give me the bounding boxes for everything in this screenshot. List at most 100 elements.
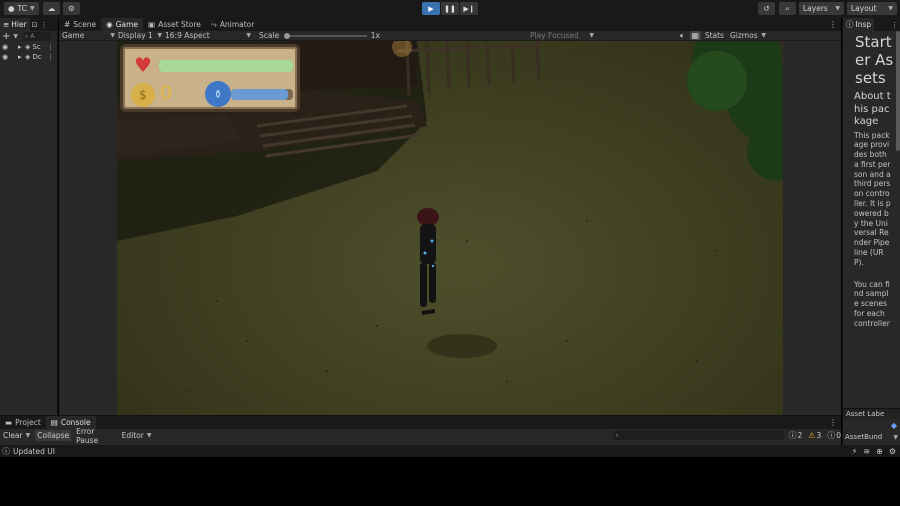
list-icon: ≡ — [3, 20, 10, 29]
game-view-toolbar: Game ▼ Display 1 ▼ 16:9 Aspect ▼ Scale 1… — [59, 31, 841, 41]
pause-button[interactable]: ❚❚ — [441, 2, 459, 15]
console-panel: ▬ Project ▤ Console ⋮ Clear ▼ Collapse E… — [0, 415, 841, 445]
console-icon: ▤ — [50, 418, 58, 427]
layout-dropdown[interactable]: Layout ▼ — [847, 2, 897, 15]
console-toolbar: Clear ▼ Collapse Error Pause Editor ▼ ⌕ … — [0, 427, 841, 445]
more-icon[interactable]: ⋮ — [829, 418, 837, 427]
inspector-tabbar: ⓘ Insp ⋮ — [843, 18, 900, 31]
chevron-down-icon: ▼ — [835, 5, 840, 12]
search-button[interactable]: ⌕ — [779, 2, 796, 15]
grid-icon: # — [64, 20, 71, 29]
error-icon: ⓘ — [827, 431, 836, 440]
chevron-down-icon: ▼ — [29, 5, 35, 12]
status-message[interactable]: Updated UI — [13, 447, 55, 456]
lock-icon[interactable]: ⊡ — [32, 21, 38, 29]
inspector-scrollbar[interactable] — [896, 31, 900, 151]
chevron-down-icon: ▼ — [589, 32, 594, 39]
aspect-dropdown[interactable]: 16:9 Aspect ▼ — [162, 30, 255, 41]
console-search-input[interactable]: ⌕ — [613, 431, 785, 440]
play-button[interactable]: ▶ — [422, 2, 440, 15]
info-icon: ⓘ — [2, 446, 10, 456]
info-icon: ⓘ — [788, 431, 797, 440]
stats-toggle[interactable]: Stats — [705, 30, 724, 41]
settings-icon[interactable]: ⚙ — [889, 447, 896, 456]
visibility-icon[interactable]: ◉ — [2, 53, 8, 61]
speaker-icon[interactable]: 🔈︎ — [680, 31, 685, 41]
list-item[interactable]: ◉ ▸ ◈ Dc ⋮ — [0, 52, 57, 62]
game-viewport[interactable]: ♥ $ 0 ⚱ — [117, 41, 783, 415]
collab-button[interactable]: ⚙ — [63, 2, 80, 15]
debug-icon[interactable]: ▦ — [689, 31, 701, 40]
asset-bundle-dropdown[interactable]: AssetBund ▼ — [843, 431, 900, 443]
list-item[interactable]: ◉ ▸ ◈ Sc ⋮ — [0, 42, 57, 52]
mana-potion-icon: ⚱ — [205, 81, 231, 107]
mana-bar-fill — [231, 89, 289, 100]
hierarchy-panel: ≡ Hier ⊡ ⋮ + ▼ ⌕ A ◉ ▸ ◈ Sc ⋮ ◉ ▸ ◈ Dc ⋮ — [0, 18, 58, 415]
chevron-down-icon: ▼ — [246, 32, 251, 39]
store-icon: ▣ — [148, 20, 156, 29]
network-icon[interactable]: ⚡ — [852, 447, 858, 456]
status-bar: ⓘ Updated UI ⚡ ≋ ⊕ ⚙ — [0, 445, 900, 457]
folder-icon: ▬ — [5, 418, 13, 427]
heart-icon: ♥ — [134, 53, 152, 77]
asset-labels-section: Asset Labe — [843, 408, 900, 419]
hierarchy-toolbar: + ▼ ⌕ A — [0, 31, 57, 42]
character-shadow — [427, 334, 497, 358]
more-icon[interactable]: ⋮ — [891, 21, 898, 29]
more-icon[interactable]: ⋮ — [47, 43, 54, 51]
cloud-button[interactable]: ☁ — [43, 2, 60, 15]
play-focused-dropdown[interactable]: Play Focused ▼ — [530, 30, 594, 41]
gizmos-dropdown[interactable]: Gizmos ▼ — [730, 30, 766, 41]
history-button[interactable]: ↺ — [758, 2, 775, 15]
tab-inspector[interactable]: ⓘ Insp — [843, 18, 875, 31]
hierarchy-tabbar: ≡ Hier ⊡ ⋮ — [0, 18, 58, 31]
chevron-right-icon[interactable]: ▸ — [18, 53, 24, 61]
error-pause-toggle[interactable]: Error Pause — [74, 426, 120, 446]
chevron-down-icon[interactable]: ▼ — [13, 33, 18, 40]
cloud-icon: ☁ — [47, 4, 56, 13]
display-dropdown[interactable]: Display 1 ▼ — [115, 30, 162, 41]
error-count-toggle[interactable]: ⓘ 0 — [827, 430, 841, 441]
info-count-toggle[interactable]: ⓘ 2 — [788, 430, 802, 441]
step-icon: ▶❙ — [463, 4, 475, 13]
chevron-down-icon: ▼ — [761, 32, 766, 39]
globe-icon[interactable]: ⊕ — [876, 447, 883, 456]
unity-scene-icon: ◈ — [25, 43, 31, 51]
step-button[interactable]: ▶❙ — [460, 2, 478, 15]
scale-slider[interactable]: Scale 1x — [255, 30, 380, 41]
visibility-icon[interactable]: ◉ — [2, 43, 8, 51]
more-icon[interactable]: ⋮ — [41, 21, 48, 29]
chevron-right-icon[interactable]: ▸ — [18, 43, 24, 51]
more-icon[interactable]: ⋮ — [47, 53, 54, 61]
health-bar — [159, 60, 293, 72]
tab-project[interactable]: ▬ Project — [0, 416, 46, 429]
inspector-body-1: This package provides both a first perso… — [854, 130, 891, 267]
info-icon: ⓘ — [846, 20, 854, 29]
chevron-down-icon: ▼ — [146, 432, 152, 439]
hierarchy-list: ◉ ▸ ◈ Sc ⋮ ◉ ▸ ◈ Dc ⋮ — [0, 42, 57, 62]
collapse-toggle[interactable]: Collapse — [35, 430, 72, 441]
ground-speckles — [186, 220, 718, 392]
editor-dropdown[interactable]: Editor ▼ — [122, 431, 152, 440]
search-icon: ⌕ — [25, 32, 29, 40]
layers-dropdown[interactable]: Layers ▼ — [799, 2, 844, 15]
more-icon[interactable]: ⋮ — [829, 20, 837, 29]
layers-icon[interactable]: ≋ — [863, 447, 870, 456]
clear-dropdown[interactable]: Clear ▼ — [3, 431, 30, 440]
warning-count-toggle[interactable]: ⚠ 3 — [808, 431, 821, 440]
player-character — [417, 208, 439, 315]
tab-hierarchy[interactable]: ≡ Hier — [0, 18, 30, 31]
hierarchy-search-input[interactable]: ⌕ A — [23, 32, 52, 41]
inspector-content: Starter Assets About this package This p… — [843, 31, 900, 408]
scale-slider-handle[interactable] — [284, 32, 291, 39]
inspector-title: Starter Assets — [855, 33, 894, 87]
game-mode-dropdown[interactable]: Game ▼ — [59, 30, 115, 41]
account-dropdown[interactable]: ● TC ▼ — [4, 2, 39, 15]
gear-icon: ⚙ — [68, 4, 75, 13]
bottom-tabbar: ▬ Project ▤ Console ⋮ — [0, 416, 841, 429]
chevron-down-icon: ▼ — [888, 5, 893, 12]
label-icon[interactable]: ◆ — [891, 421, 897, 430]
add-icon[interactable]: + — [2, 31, 10, 42]
chevron-down-icon: ▼ — [893, 433, 898, 441]
scale-slider-track[interactable] — [284, 32, 367, 39]
